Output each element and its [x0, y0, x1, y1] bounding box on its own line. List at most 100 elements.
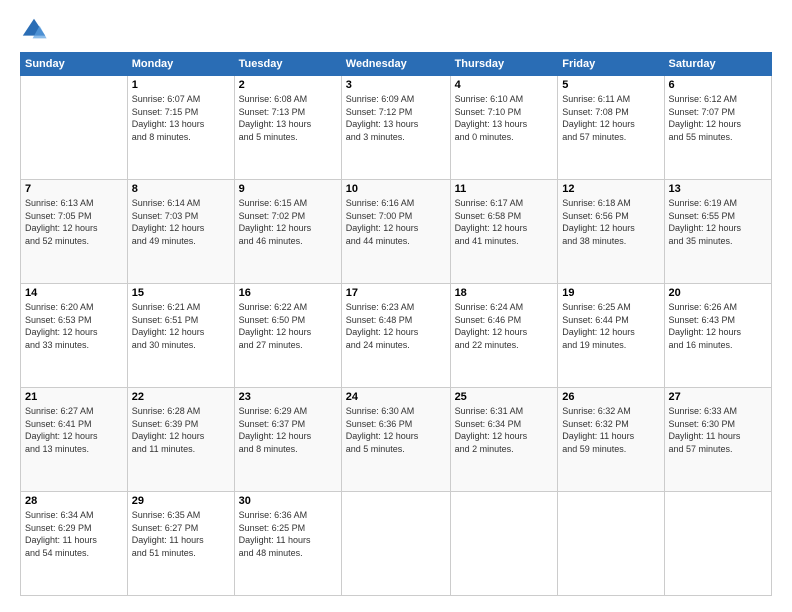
day-number: 21 [25, 391, 123, 403]
day-info: Sunrise: 6:33 AMSunset: 6:30 PMDaylight:… [669, 405, 767, 455]
calendar-table: SundayMondayTuesdayWednesdayThursdayFrid… [20, 52, 772, 596]
day-info: Sunrise: 6:09 AMSunset: 7:12 PMDaylight:… [346, 93, 446, 143]
calendar-cell: 14 Sunrise: 6:20 AMSunset: 6:53 PMDayligh… [21, 284, 128, 388]
day-number: 17 [346, 287, 446, 299]
calendar-week-5: 28 Sunrise: 6:34 AMSunset: 6:29 PMDayligh… [21, 492, 772, 596]
calendar-cell: 30 Sunrise: 6:36 AMSunset: 6:25 PMDayligh… [234, 492, 341, 596]
day-number: 27 [669, 391, 767, 403]
calendar-cell: 11 Sunrise: 6:17 AMSunset: 6:58 PMDayligh… [450, 180, 558, 284]
day-number: 4 [455, 79, 554, 91]
day-number: 6 [669, 79, 767, 91]
calendar-cell: 3 Sunrise: 6:09 AMSunset: 7:12 PMDaylight… [341, 76, 450, 180]
calendar-week-1: 1 Sunrise: 6:07 AMSunset: 7:15 PMDaylight… [21, 76, 772, 180]
day-number: 8 [132, 183, 230, 195]
column-header-wednesday: Wednesday [341, 53, 450, 76]
day-info: Sunrise: 6:17 AMSunset: 6:58 PMDaylight:… [455, 197, 554, 247]
day-number: 10 [346, 183, 446, 195]
header [20, 16, 772, 44]
calendar-cell: 2Sunrise: 6:08 AMSunset: 7:13 PMDaylight… [234, 76, 341, 180]
calendar-cell: 17Sunrise: 6:23 AMSunset: 6:48 PMDayligh… [341, 284, 450, 388]
day-number: 16 [239, 287, 337, 299]
logo-icon [20, 16, 48, 44]
calendar-cell: 19 Sunrise: 6:25 AMSunset: 6:44 PMDayligh… [558, 284, 664, 388]
day-number: 5 [562, 79, 659, 91]
calendar-week-4: 21 Sunrise: 6:27 AMSunset: 6:41 PMDayligh… [21, 388, 772, 492]
calendar-cell: 6 Sunrise: 6:12 AMSunset: 7:07 PMDaylight… [664, 76, 771, 180]
day-number: 25 [455, 391, 554, 403]
day-info: Sunrise: 6:32 AMSunset: 6:32 PMDaylight:… [562, 405, 659, 455]
page: SundayMondayTuesdayWednesdayThursdayFrid… [0, 0, 792, 612]
calendar-cell: 25 Sunrise: 6:31 AMSunset: 6:34 PMDayligh… [450, 388, 558, 492]
calendar-cell [558, 492, 664, 596]
column-header-saturday: Saturday [664, 53, 771, 76]
calendar-cell [341, 492, 450, 596]
day-info: Sunrise: 6:12 AMSunset: 7:07 PMDaylight:… [669, 93, 767, 143]
column-header-thursday: Thursday [450, 53, 558, 76]
calendar-cell [21, 76, 128, 180]
day-info: Sunrise: 6:21 AMSunset: 6:51 PMDaylight:… [132, 301, 230, 351]
calendar-cell [664, 492, 771, 596]
day-number: 3 [346, 79, 446, 91]
calendar-cell: 29 Sunrise: 6:35 AMSunset: 6:27 PMDayligh… [127, 492, 234, 596]
calendar-week-3: 14 Sunrise: 6:20 AMSunset: 6:53 PMDayligh… [21, 284, 772, 388]
day-info: Sunrise: 6:35 AMSunset: 6:27 PMDaylight:… [132, 509, 230, 559]
calendar-header-row: SundayMondayTuesdayWednesdayThursdayFrid… [21, 53, 772, 76]
calendar-cell: 15 Sunrise: 6:21 AMSunset: 6:51 PMDayligh… [127, 284, 234, 388]
day-number: 26 [562, 391, 659, 403]
calendar-cell: 16Sunrise: 6:22 AMSunset: 6:50 PMDayligh… [234, 284, 341, 388]
calendar-cell: 4 Sunrise: 6:10 AMSunset: 7:10 PMDaylight… [450, 76, 558, 180]
logo [20, 16, 52, 44]
day-number: 7 [25, 183, 123, 195]
day-number: 18 [455, 287, 554, 299]
day-info: Sunrise: 6:25 AMSunset: 6:44 PMDaylight:… [562, 301, 659, 351]
column-header-tuesday: Tuesday [234, 53, 341, 76]
day-number: 15 [132, 287, 230, 299]
day-number: 19 [562, 287, 659, 299]
day-number: 30 [239, 495, 337, 507]
day-info: Sunrise: 6:36 AMSunset: 6:25 PMDaylight:… [239, 509, 337, 559]
calendar-cell: 12 Sunrise: 6:18 AMSunset: 6:56 PMDayligh… [558, 180, 664, 284]
calendar-cell: 5Sunrise: 6:11 AMSunset: 7:08 PMDaylight… [558, 76, 664, 180]
calendar-cell: 23 Sunrise: 6:29 AMSunset: 6:37 PMDayligh… [234, 388, 341, 492]
calendar-cell: 18 Sunrise: 6:24 AMSunset: 6:46 PMDayligh… [450, 284, 558, 388]
day-info: Sunrise: 6:15 AMSunset: 7:02 PMDaylight:… [239, 197, 337, 247]
calendar-cell: 24Sunrise: 6:30 AMSunset: 6:36 PMDayligh… [341, 388, 450, 492]
calendar-cell: 10 Sunrise: 6:16 AMSunset: 7:00 PMDayligh… [341, 180, 450, 284]
day-info: Sunrise: 6:16 AMSunset: 7:00 PMDaylight:… [346, 197, 446, 247]
day-number: 28 [25, 495, 123, 507]
day-number: 14 [25, 287, 123, 299]
day-info: Sunrise: 6:26 AMSunset: 6:43 PMDaylight:… [669, 301, 767, 351]
day-info: Sunrise: 6:18 AMSunset: 6:56 PMDaylight:… [562, 197, 659, 247]
day-info: Sunrise: 6:24 AMSunset: 6:46 PMDaylight:… [455, 301, 554, 351]
day-info: Sunrise: 6:31 AMSunset: 6:34 PMDaylight:… [455, 405, 554, 455]
day-info: Sunrise: 6:27 AMSunset: 6:41 PMDaylight:… [25, 405, 123, 455]
day-number: 9 [239, 183, 337, 195]
day-number: 22 [132, 391, 230, 403]
day-info: Sunrise: 6:07 AMSunset: 7:15 PMDaylight:… [132, 93, 230, 143]
day-number: 29 [132, 495, 230, 507]
day-number: 13 [669, 183, 767, 195]
day-number: 12 [562, 183, 659, 195]
calendar-cell: 28 Sunrise: 6:34 AMSunset: 6:29 PMDayligh… [21, 492, 128, 596]
column-header-sunday: Sunday [21, 53, 128, 76]
calendar-week-2: 7 Sunrise: 6:13 AMSunset: 7:05 PMDaylight… [21, 180, 772, 284]
day-number: 11 [455, 183, 554, 195]
day-info: Sunrise: 6:34 AMSunset: 6:29 PMDaylight:… [25, 509, 123, 559]
day-info: Sunrise: 6:29 AMSunset: 6:37 PMDaylight:… [239, 405, 337, 455]
day-number: 23 [239, 391, 337, 403]
day-info: Sunrise: 6:13 AMSunset: 7:05 PMDaylight:… [25, 197, 123, 247]
calendar-cell: 22Sunrise: 6:28 AMSunset: 6:39 PMDayligh… [127, 388, 234, 492]
day-info: Sunrise: 6:19 AMSunset: 6:55 PMDaylight:… [669, 197, 767, 247]
day-info: Sunrise: 6:08 AMSunset: 7:13 PMDaylight:… [239, 93, 337, 143]
day-info: Sunrise: 6:20 AMSunset: 6:53 PMDaylight:… [25, 301, 123, 351]
column-header-friday: Friday [558, 53, 664, 76]
calendar-cell: 1 Sunrise: 6:07 AMSunset: 7:15 PMDaylight… [127, 76, 234, 180]
calendar-cell: 13 Sunrise: 6:19 AMSunset: 6:55 PMDayligh… [664, 180, 771, 284]
day-info: Sunrise: 6:14 AMSunset: 7:03 PMDaylight:… [132, 197, 230, 247]
calendar-cell: 20Sunrise: 6:26 AMSunset: 6:43 PMDayligh… [664, 284, 771, 388]
day-info: Sunrise: 6:10 AMSunset: 7:10 PMDaylight:… [455, 93, 554, 143]
calendar-cell [450, 492, 558, 596]
calendar-cell: 9 Sunrise: 6:15 AMSunset: 7:02 PMDaylight… [234, 180, 341, 284]
calendar-cell: 21 Sunrise: 6:27 AMSunset: 6:41 PMDayligh… [21, 388, 128, 492]
day-number: 1 [132, 79, 230, 91]
